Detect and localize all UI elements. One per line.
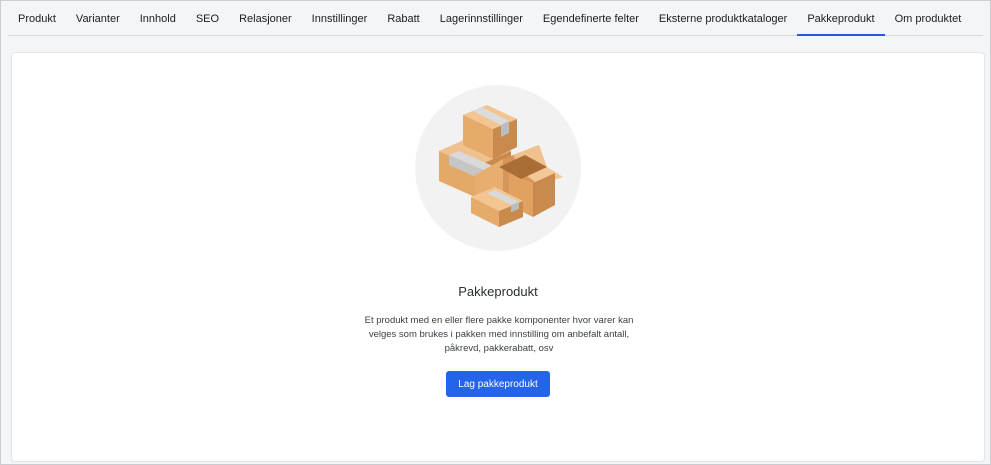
tab-om-produktet[interactable]: Om produktet — [885, 2, 972, 35]
tab-innstillinger[interactable]: Innstillinger — [302, 2, 378, 35]
tab-seo[interactable]: SEO — [186, 2, 229, 35]
tab-relasjoner[interactable]: Relasjoner — [229, 2, 302, 35]
tab-innhold[interactable]: Innhold — [130, 2, 186, 35]
tab-pakkeprodukt[interactable]: Pakkeprodukt — [797, 2, 885, 36]
window: Produkt Varianter Innhold SEO Relasjoner… — [0, 0, 991, 465]
tab-produkt[interactable]: Produkt — [8, 2, 66, 35]
empty-state-card: Pakkeprodukt Et produkt med en eller fle… — [11, 52, 985, 462]
tab-egendefinerte-felter[interactable]: Egendefinerte felter — [533, 2, 649, 35]
empty-state-description: Et produkt med en eller flere pakke komp… — [364, 315, 634, 354]
tab-rabatt[interactable]: Rabatt — [377, 2, 429, 35]
create-bundle-button[interactable]: Lag pakkeprodukt — [446, 371, 550, 397]
tab-eksterne-produktkataloger[interactable]: Eksterne produktkataloger — [649, 2, 797, 35]
tab-varianter[interactable]: Varianter — [66, 2, 130, 35]
tab-lagerinnstillinger[interactable]: Lagerinnstillinger — [430, 2, 533, 35]
boxes-illustration — [415, 85, 581, 251]
tab-bar: Produkt Varianter Innhold SEO Relasjoner… — [8, 2, 983, 36]
empty-state-title: Pakkeprodukt — [458, 284, 538, 299]
